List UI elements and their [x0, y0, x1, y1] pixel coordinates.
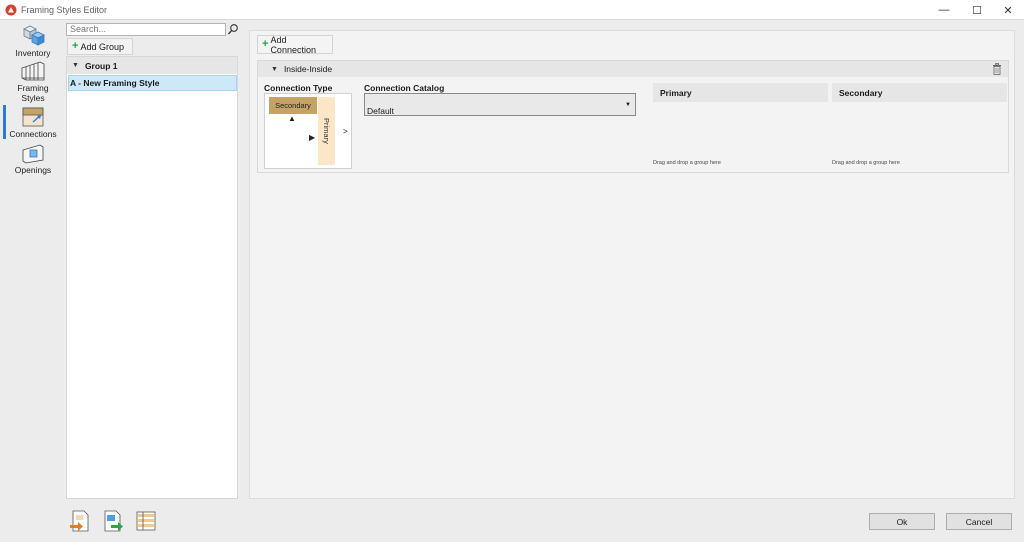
secondary-header: Secondary — [832, 83, 1007, 102]
search-input[interactable]: Search... — [66, 23, 226, 36]
connection-type-label: Connection Type — [264, 83, 333, 93]
arrow-right-icon: ▶ — [309, 133, 316, 142]
nav-item-framing-styles[interactable]: Framing Styles — [3, 60, 63, 103]
connection-catalog-value: Default — [367, 106, 394, 116]
openings-icon — [22, 144, 44, 164]
layers-list-icon[interactable] — [135, 510, 157, 532]
plus-icon: + — [262, 38, 269, 50]
framing-styles-icon — [21, 61, 45, 81]
primary-label-wrap: Primary — [318, 97, 335, 165]
nav-item-connections-label: Connections — [9, 129, 57, 139]
arrow-up-icon: ▲ — [288, 114, 296, 123]
left-nav-rail: Inventory Framing Styles Connections Ope… — [0, 20, 64, 500]
inventory-cube-icon — [23, 25, 45, 46]
window-title: Framing Styles Editor — [21, 5, 108, 15]
export-icon[interactable] — [102, 510, 124, 532]
connection-catalog-label: Connection Catalog — [364, 83, 445, 93]
primary-drop-zone[interactable]: Drag and drop a group here — [653, 160, 721, 166]
connection-section: ▼ Inside-Inside Connection Type Secondar… — [257, 60, 1009, 173]
main-panel: + Add Connection ▼ Inside-Inside Connect… — [249, 30, 1015, 499]
ok-button[interactable]: Ok — [869, 513, 935, 530]
connection-type-diagram[interactable]: Secondary Primary ▲ ▶ > — [264, 93, 352, 169]
chevron-right-icon[interactable]: > — [343, 127, 348, 136]
primary-label: Primary — [322, 118, 331, 144]
app-logo-icon — [5, 4, 17, 16]
add-connection-label: Add Connection — [270, 34, 316, 55]
delete-icon[interactable] — [992, 63, 1002, 75]
connection-catalog-select[interactable]: Default ▼ — [364, 93, 636, 116]
plus-icon: + — [72, 40, 79, 52]
nav-item-openings[interactable]: Openings — [3, 142, 63, 175]
section-header[interactable]: ▼ Inside-Inside — [258, 61, 1008, 77]
nav-item-openings-label: Openings — [14, 165, 52, 175]
nav-item-inventory-label: Inventory — [15, 48, 51, 58]
connections-icon — [22, 107, 44, 127]
group-list: ▼ Group 1 A - New Framing Style — [66, 56, 238, 499]
secondary-member: Secondary — [269, 97, 317, 114]
group-header[interactable]: ▼ Group 1 — [67, 57, 237, 74]
search-icon[interactable] — [227, 23, 239, 36]
collapse-triangle-icon[interactable]: ▼ — [271, 66, 278, 73]
add-group-label: Add Group — [80, 41, 124, 52]
framing-style-item[interactable]: A - New Framing Style — [68, 75, 237, 91]
group-name: Group 1 — [84, 60, 118, 71]
bottom-bar: Ok Cancel — [0, 500, 1024, 542]
section-title: Inside-Inside — [283, 64, 333, 74]
collapse-triangle-icon[interactable]: ▼ — [72, 62, 79, 69]
primary-header: Primary — [653, 83, 828, 102]
minimize-button[interactable]: — — [928, 0, 960, 20]
nav-item-inventory[interactable]: Inventory — [3, 23, 63, 58]
import-icon[interactable] — [69, 510, 91, 532]
close-button[interactable]: ✕ — [992, 0, 1024, 20]
title-bar: Framing Styles Editor — ☐ ✕ — [0, 0, 1024, 20]
nav-item-framing-styles-label: Framing Styles — [17, 83, 49, 103]
nav-item-connections[interactable]: Connections — [3, 106, 63, 139]
dropdown-caret-icon: ▼ — [625, 102, 631, 108]
cancel-button[interactable]: Cancel — [946, 513, 1012, 530]
add-group-button[interactable]: + Add Group — [67, 38, 133, 55]
maximize-button[interactable]: ☐ — [961, 0, 993, 20]
secondary-drop-zone[interactable]: Drag and drop a group here — [832, 160, 900, 166]
add-connection-button[interactable]: + Add Connection — [257, 34, 333, 55]
group-panel: Search... + Add Group ▼ Group 1 A - New … — [66, 20, 239, 499]
